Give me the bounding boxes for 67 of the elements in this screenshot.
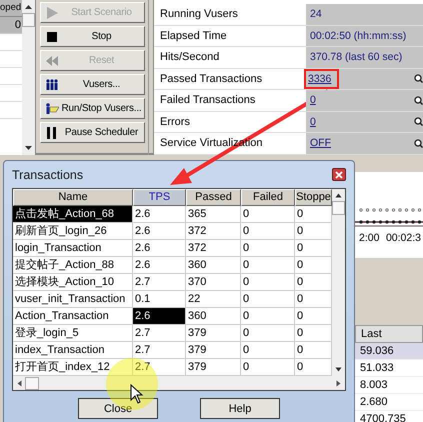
status-label: Elapsed Time — [159, 28, 228, 44]
status-label: Passed Transactions — [159, 72, 264, 86]
table-cell: 0 — [241, 223, 295, 240]
scenario-button[interactable]: Stop — [40, 26, 145, 47]
dialog-title: Transactions — [12, 168, 84, 182]
table-cell: 372 — [186, 223, 241, 240]
status-label: Hits/Second — [159, 50, 220, 65]
table-cell: 0 — [241, 325, 295, 342]
status-link[interactable]: 0 — [310, 116, 414, 128]
status-label: Errors — [159, 114, 191, 130]
scenario-button[interactable]: Vusers... — [40, 74, 145, 95]
table-cell: 0 — [241, 291, 295, 308]
table-cell: 360 — [186, 308, 241, 325]
table-cell: 379 — [186, 325, 241, 342]
table-cell: 点击发帖_Action_68 — [13, 206, 133, 223]
axis-label: 2:00 — [359, 232, 380, 244]
table-cell: index_Transaction — [13, 342, 133, 359]
table-cell: 打开首页_index_12 — [13, 359, 133, 376]
table-cell: 提交帖子_Action_88 — [13, 257, 133, 274]
table-cell: 2.6 — [133, 257, 186, 274]
table-cell: 2.6 — [133, 223, 186, 240]
table-cell: 0 — [241, 342, 295, 359]
table-cell: 选择模块_Action_10 — [13, 274, 133, 291]
table-cell: 360 — [186, 257, 241, 274]
table-cell: 2.7 — [133, 274, 186, 291]
scenario-button[interactable]: Run/Stop Vusers... — [40, 98, 145, 119]
table-cell: 2.6 — [133, 240, 186, 257]
table-cell: 0 — [241, 206, 295, 223]
status-link[interactable]: 3336 — [304, 68, 340, 89]
status-label: Failed Transactions — [159, 93, 256, 108]
table-cell: 2.7 — [133, 325, 186, 342]
scenario-button[interactable]: Pause Scheduler — [40, 122, 145, 143]
table-cell: 2.6 — [133, 206, 186, 223]
status-value: 00:02:50 (hh:mm:ss) — [310, 30, 408, 42]
table-cell: 登录_login_5 — [13, 325, 133, 342]
column-header: oped — [0, 0, 22, 17]
column-header[interactable]: Passed — [186, 189, 241, 206]
column-header: Last — [355, 325, 423, 343]
table-cell: 372 — [186, 240, 241, 257]
table-cell: Action_Transaction — [13, 308, 133, 325]
table-cell: 379 — [186, 342, 241, 359]
status-label: Running Vusers — [159, 7, 239, 22]
table-cell: 2.7 — [133, 342, 186, 359]
table-cell: 2.6 — [133, 308, 186, 325]
dialog-button[interactable]: Close — [78, 398, 158, 419]
table-cell: 0 — [0, 17, 22, 34]
axis-label: 00:02:3 — [386, 232, 421, 244]
table-cell: 0 — [241, 257, 295, 274]
table-cell: 22 — [186, 291, 241, 308]
status-link[interactable]: 0 — [310, 94, 414, 106]
table-cell: 370 — [186, 274, 241, 291]
status-value: 24 — [310, 8, 323, 20]
table-cell: vuser_init_Transaction — [13, 291, 133, 308]
column-header[interactable]: Name — [13, 189, 133, 206]
table-cell: 59.036 — [355, 343, 423, 360]
dialog-button[interactable]: Help — [200, 398, 280, 419]
table-cell: 刷新首页_login_26 — [13, 223, 133, 240]
table-cell: 0 — [241, 308, 295, 325]
table-cell: login_Transaction — [13, 240, 133, 257]
table-cell: 0 — [241, 240, 295, 257]
status-value: 370.78 (last 60 sec) — [310, 51, 404, 64]
column-header[interactable]: Stoppe — [295, 189, 332, 206]
status-link[interactable]: OFF — [310, 137, 414, 150]
column-header[interactable]: TPS — [133, 189, 186, 206]
table-cell: 0 — [241, 274, 295, 291]
column-header[interactable]: Failed — [241, 189, 295, 206]
table-cell: 365 — [186, 206, 241, 223]
